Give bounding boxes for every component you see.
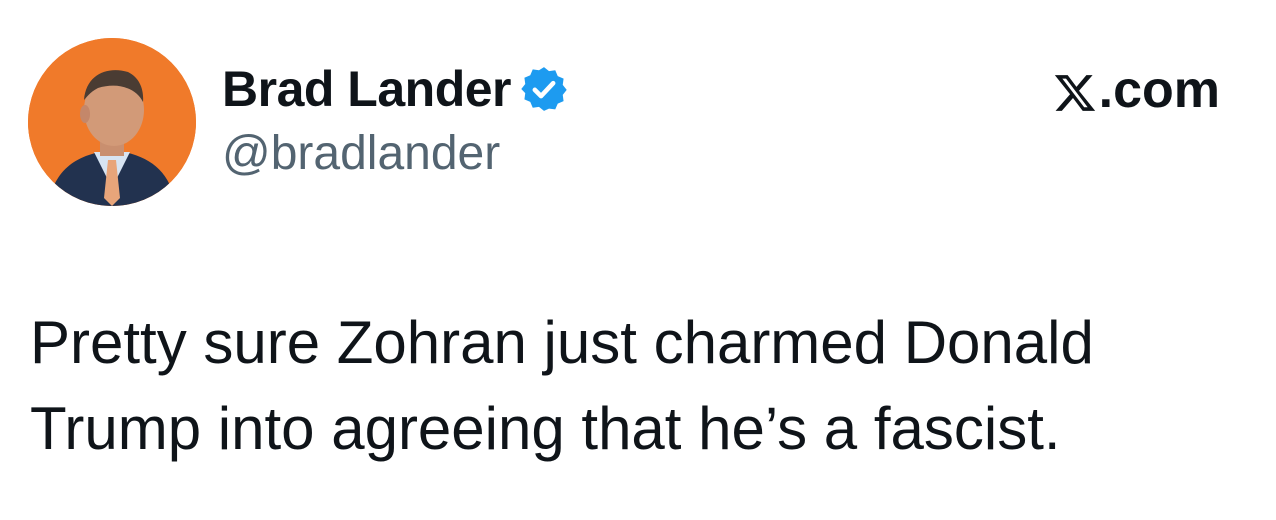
x-logo-icon xyxy=(1053,68,1097,112)
site-mark: .com xyxy=(1053,60,1220,120)
avatar[interactable] xyxy=(28,38,196,206)
site-label: .com xyxy=(1098,61,1220,119)
tweet-text: Pretty sure Zohran just charmed Donald T… xyxy=(30,300,1230,472)
verified-badge-icon xyxy=(519,64,569,114)
profile-photo-icon xyxy=(28,38,196,206)
tweet-card: Brad Lander @bradlander .com Pretty sure… xyxy=(0,0,1276,520)
tweet-text-line: Trump into agreeing that he’s a fascist. xyxy=(30,395,1061,462)
author-name-row: Brad Lander xyxy=(222,58,569,120)
author-handle[interactable]: @bradlander xyxy=(222,126,500,181)
tweet-text-line: Pretty sure Zohran just charmed Donald xyxy=(30,309,1094,376)
display-name[interactable]: Brad Lander xyxy=(222,60,512,118)
